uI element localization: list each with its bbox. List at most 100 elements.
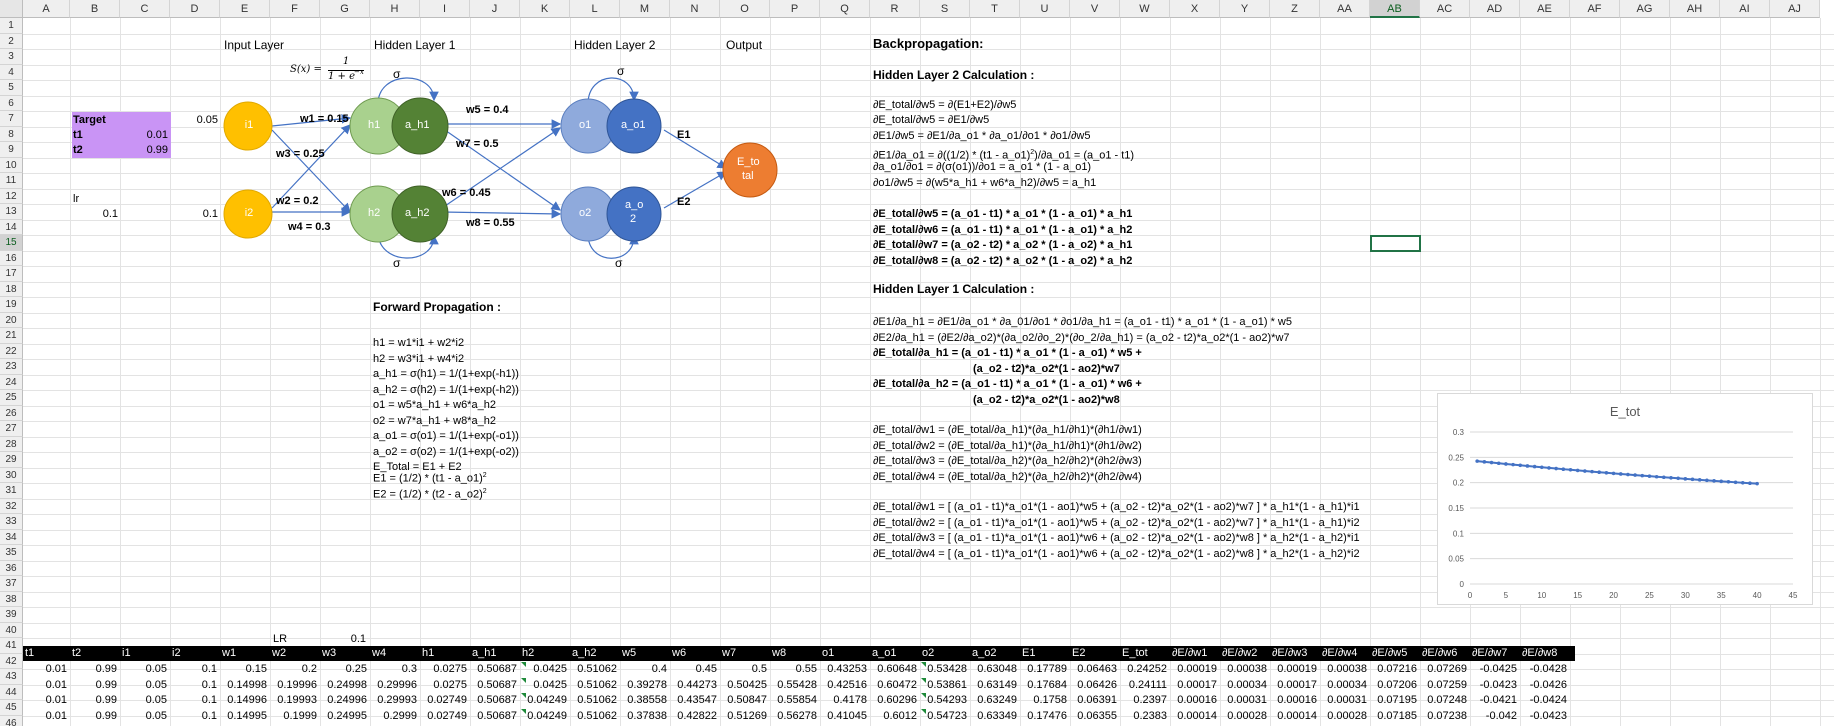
table-cell[interactable]: 0.14996 — [220, 693, 270, 708]
table-header-21[interactable]: E2 — [1070, 646, 1120, 661]
bp-h2-line[interactable]: ∂E_total/∂w5 = ∂(E1+E2)/∂w5 — [873, 98, 1016, 113]
table-cell[interactable]: 0.43547 — [670, 693, 720, 708]
forward-e1[interactable]: E1 = (1/2) * (t1 - a_o1)2 — [373, 468, 487, 485]
table-header-17[interactable]: a_o1 — [870, 646, 920, 661]
table-cell[interactable]: 0.04249 — [520, 709, 570, 724]
forward-e2[interactable]: E2 = (1/2) * (t2 - a_o2)2 — [373, 484, 487, 501]
table-cell[interactable]: 0.07195 — [1370, 693, 1420, 708]
table-cell[interactable]: 0.55428 — [770, 678, 820, 693]
bp-w-line[interactable]: ∂E_total/∂w3 = (∂E_total/∂a_h2)*(∂a_h2/∂… — [873, 454, 1142, 469]
forward-line[interactable]: o1 = w5*a_h1 + w6*a_h2 — [373, 398, 496, 413]
table-cell[interactable]: 0.45 — [670, 662, 720, 677]
forward-line[interactable]: h1 = w1*i1 + w2*i2 — [373, 336, 464, 351]
table-cell[interactable]: 0.01 — [23, 693, 70, 708]
table-cell[interactable]: 0.63349 — [970, 709, 1020, 724]
bp-h1-result[interactable]: (a_o2 - t2)*a_o2*(1 - ao2)*w8 — [973, 393, 1120, 408]
table-cell[interactable]: 0.1 — [170, 709, 220, 724]
table-cell[interactable]: 0.60648 — [870, 662, 920, 677]
bp-h2-line[interactable]: ∂o1/∂w5 = ∂(w5*a_h1 + w6*a_h2)/∂w5 = a_h… — [873, 176, 1096, 191]
table-cell[interactable]: 0.14998 — [220, 678, 270, 693]
forward-line[interactable]: a_o2 = σ(o2) = 1/(1+exp(-o2)) — [373, 445, 519, 460]
table-header-20[interactable]: E1 — [1020, 646, 1070, 661]
table-cell[interactable]: 0.00028 — [1220, 709, 1270, 724]
table-header-8[interactable]: h1 — [420, 646, 470, 661]
table-cell[interactable]: 0.51062 — [570, 693, 620, 708]
table-cell[interactable]: 0.02749 — [420, 709, 470, 724]
table-cell[interactable]: 0.24998 — [320, 678, 370, 693]
bp-full-line[interactable]: ∂E_total/∂w2 = [ (a_o1 - t1)*a_o1*(1 - a… — [873, 516, 1360, 531]
table-cell[interactable]: 0.24995 — [320, 709, 370, 724]
table-cell[interactable]: -0.0423 — [1470, 678, 1520, 693]
table-cell[interactable]: 0.06463 — [1070, 662, 1120, 677]
table-cell[interactable]: 0.17476 — [1020, 709, 1070, 724]
table-cell[interactable]: 0.05 — [120, 709, 170, 724]
table-cell[interactable]: 0.3 — [370, 662, 420, 677]
table-cell[interactable]: 0.53861 — [920, 678, 970, 693]
table-cell[interactable]: 0.60296 — [870, 693, 920, 708]
table-header-29[interactable]: ∂E/∂w7 — [1470, 646, 1520, 661]
table-cell[interactable]: 0.54723 — [920, 709, 970, 724]
table-cell[interactable]: 0.51062 — [570, 662, 620, 677]
table-cell[interactable]: 0.1 — [170, 693, 220, 708]
table-cell[interactable]: 0.01 — [23, 709, 70, 724]
table-cell[interactable]: 0.00031 — [1220, 693, 1270, 708]
table-cell[interactable]: -0.0424 — [1520, 693, 1570, 708]
forward-line[interactable]: a_h2 = σ(h2) = 1/(1+exp(-h2)) — [373, 383, 519, 398]
table-header-26[interactable]: ∂E/∂w4 — [1320, 646, 1370, 661]
table-cell[interactable]: 0.00019 — [1170, 662, 1220, 677]
bp-h2-line[interactable]: ∂E1/∂w5 = ∂E1/∂a_o1 * ∂a_o1/∂o1 * ∂o1/∂w… — [873, 129, 1090, 144]
table-header-16[interactable]: o1 — [820, 646, 870, 661]
table-cell[interactable]: 0.02749 — [420, 693, 470, 708]
table-header-4[interactable]: w1 — [220, 646, 270, 661]
table-header-3[interactable]: i2 — [170, 646, 220, 661]
table-header-22[interactable]: E_tot — [1120, 646, 1170, 661]
table-cell[interactable]: 0.07269 — [1420, 662, 1470, 677]
table-cell[interactable]: 0.05 — [120, 693, 170, 708]
table-cell[interactable]: 0.0425 — [520, 662, 570, 677]
table-cell[interactable]: 0.00014 — [1270, 709, 1320, 724]
table-cell[interactable]: 0.00038 — [1220, 662, 1270, 677]
table-cell[interactable]: 0.29993 — [370, 693, 420, 708]
table-cell[interactable]: 0.00028 — [1320, 709, 1370, 724]
bp-h2-result[interactable]: ∂E_total/∂w6 = (a_o1 - t1) * a_o1 * (1 -… — [873, 223, 1132, 238]
table-cell[interactable]: 0.07185 — [1370, 709, 1420, 724]
table-header-1[interactable]: t2 — [70, 646, 120, 661]
bp-h2-result[interactable]: ∂E_total/∂w5 = (a_o1 - t1) * a_o1 * (1 -… — [873, 207, 1132, 222]
forward-line[interactable]: a_h1 = σ(h1) = 1/(1+exp(-h1)) — [373, 367, 519, 382]
lr-row-value[interactable]: 0.1 — [318, 632, 366, 647]
table-cell[interactable]: 0.42822 — [670, 709, 720, 724]
table-cell[interactable]: 0.00019 — [1270, 662, 1320, 677]
table-header-19[interactable]: a_o2 — [970, 646, 1020, 661]
table-header-10[interactable]: h2 — [520, 646, 570, 661]
table-cell[interactable]: 0.1758 — [1020, 693, 1070, 708]
table-cell[interactable]: 0.2397 — [1120, 693, 1170, 708]
table-header-9[interactable]: a_h1 — [470, 646, 520, 661]
table-cell[interactable]: 0.50847 — [720, 693, 770, 708]
table-cell[interactable]: 0.07206 — [1370, 678, 1420, 693]
table-cell[interactable]: 0.1 — [170, 678, 220, 693]
bp-full-line[interactable]: ∂E_total/∂w4 = [ (a_o1 - t1)*a_o1*(1 - a… — [873, 547, 1360, 562]
table-cell[interactable]: 0.44273 — [670, 678, 720, 693]
table-cell[interactable]: 0.37838 — [620, 709, 670, 724]
table-header-2[interactable]: i1 — [120, 646, 170, 661]
table-cell[interactable]: 0.63149 — [970, 678, 1020, 693]
bp-h1-result[interactable]: ∂E_total/∂a_h2 = (a_o1 - t1) * a_o1 * (1… — [873, 377, 1142, 392]
bp-full-line[interactable]: ∂E_total/∂w1 = [ (a_o1 - t1)*a_o1*(1 - a… — [873, 500, 1360, 515]
bp-full-line[interactable]: ∂E_total/∂w3 = [ (a_o1 - t1)*a_o1*(1 - a… — [873, 531, 1360, 546]
table-cell[interactable]: -0.0428 — [1520, 662, 1570, 677]
bp-h1-result[interactable]: (a_o2 - t2)*a_o2*(1 - ao2)*w7 — [973, 362, 1120, 377]
table-cell[interactable]: 0.0275 — [420, 662, 470, 677]
table-cell[interactable]: -0.042 — [1470, 709, 1520, 724]
table-cell[interactable]: 0.6012 — [870, 709, 920, 724]
table-cell[interactable]: 0.54293 — [920, 693, 970, 708]
table-cell[interactable]: 0.39278 — [620, 678, 670, 693]
table-header-0[interactable]: t1 — [23, 646, 70, 661]
table-cell[interactable]: 0.2999 — [370, 709, 420, 724]
table-cell[interactable]: 0.19993 — [270, 693, 320, 708]
table-cell[interactable]: 0.01 — [23, 678, 70, 693]
table-header-24[interactable]: ∂E/∂w2 — [1220, 646, 1270, 661]
table-cell[interactable]: 0.99 — [70, 678, 120, 693]
table-cell[interactable]: 0.41045 — [820, 709, 870, 724]
table-cell[interactable]: 0.1 — [170, 662, 220, 677]
table-cell[interactable]: 0.07238 — [1420, 709, 1470, 724]
